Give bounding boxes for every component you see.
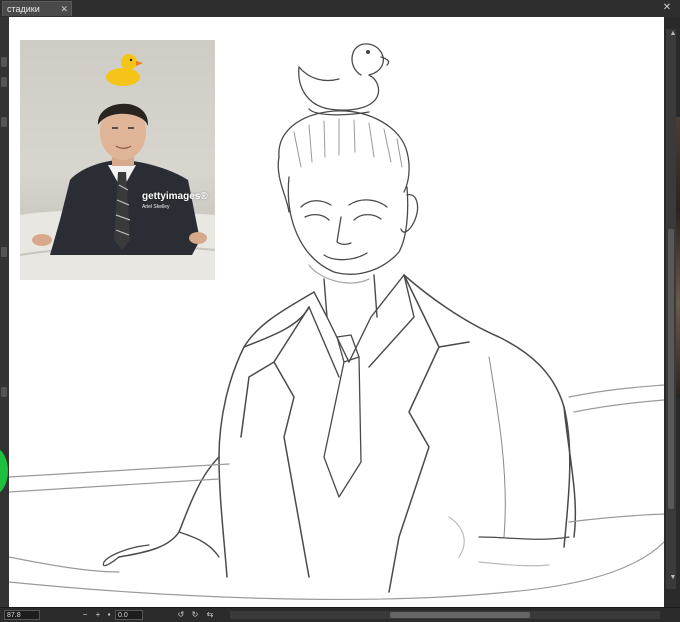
head-sketch bbox=[277, 110, 419, 284]
vertical-scrollbar[interactable]: ▲ ▼ bbox=[666, 29, 676, 589]
duck-sketch bbox=[298, 43, 390, 116]
scroll-up-icon[interactable]: ▲ bbox=[668, 29, 678, 39]
left-toolbar-strip bbox=[0, 17, 9, 607]
zoom-out-icon[interactable]: − bbox=[80, 610, 90, 620]
status-bar: 87.8 − + ▪ 0.0 ↺ ↻ ⇆ bbox=[0, 607, 680, 622]
tab-bar: стадики ✕ ✕ bbox=[0, 0, 680, 18]
fit-icon[interactable]: ▪ bbox=[104, 610, 114, 620]
reference-photo-image bbox=[20, 54, 215, 280]
toolbar-handle[interactable] bbox=[1, 57, 7, 67]
drawing-app: стадики ✕ ✕ gettyimages® Ariel Skelley ▲… bbox=[0, 0, 680, 622]
horizontal-scrollbar[interactable] bbox=[230, 611, 660, 619]
horizontal-scroll-thumb[interactable] bbox=[390, 612, 530, 618]
scroll-down-icon[interactable]: ▼ bbox=[668, 573, 678, 583]
window-close-icon[interactable]: ✕ bbox=[660, 1, 674, 15]
vertical-scroll-thumb[interactable] bbox=[668, 229, 674, 509]
collar-sketch bbox=[308, 274, 415, 378]
tie-sketch bbox=[323, 334, 362, 498]
rotation-input[interactable]: 0.0 bbox=[115, 610, 143, 620]
drawing-canvas[interactable]: gettyimages® Ariel Skelley bbox=[9, 17, 664, 607]
flip-icon[interactable]: ⇆ bbox=[205, 610, 215, 620]
zoom-in-icon[interactable]: + bbox=[93, 610, 103, 620]
toolbar-handle[interactable] bbox=[1, 387, 7, 397]
document-tab-label: стадики bbox=[7, 4, 40, 14]
right-scroll-strip: ▲ ▼ bbox=[664, 17, 680, 607]
toolbar-handle[interactable] bbox=[1, 117, 7, 127]
tab-close-icon[interactable]: ✕ bbox=[60, 2, 68, 16]
toolbar-handle[interactable] bbox=[1, 77, 7, 87]
rubber-duck bbox=[106, 54, 143, 86]
document-tab[interactable]: стадики ✕ bbox=[2, 1, 72, 16]
toolbar-handle[interactable] bbox=[1, 247, 7, 257]
reference-photo: gettyimages® Ariel Skelley bbox=[20, 40, 215, 280]
rotate-left-icon[interactable]: ↺ bbox=[176, 610, 186, 620]
rotate-right-icon[interactable]: ↻ bbox=[190, 610, 200, 620]
photo-credit: Ariel Skelley bbox=[142, 204, 170, 210]
watermark-text: gettyimages® bbox=[142, 191, 208, 202]
jacket-sketch bbox=[118, 274, 577, 593]
background-edge bbox=[676, 117, 680, 397]
zoom-input[interactable]: 87.8 bbox=[4, 610, 40, 620]
hands-sketch bbox=[102, 531, 570, 567]
